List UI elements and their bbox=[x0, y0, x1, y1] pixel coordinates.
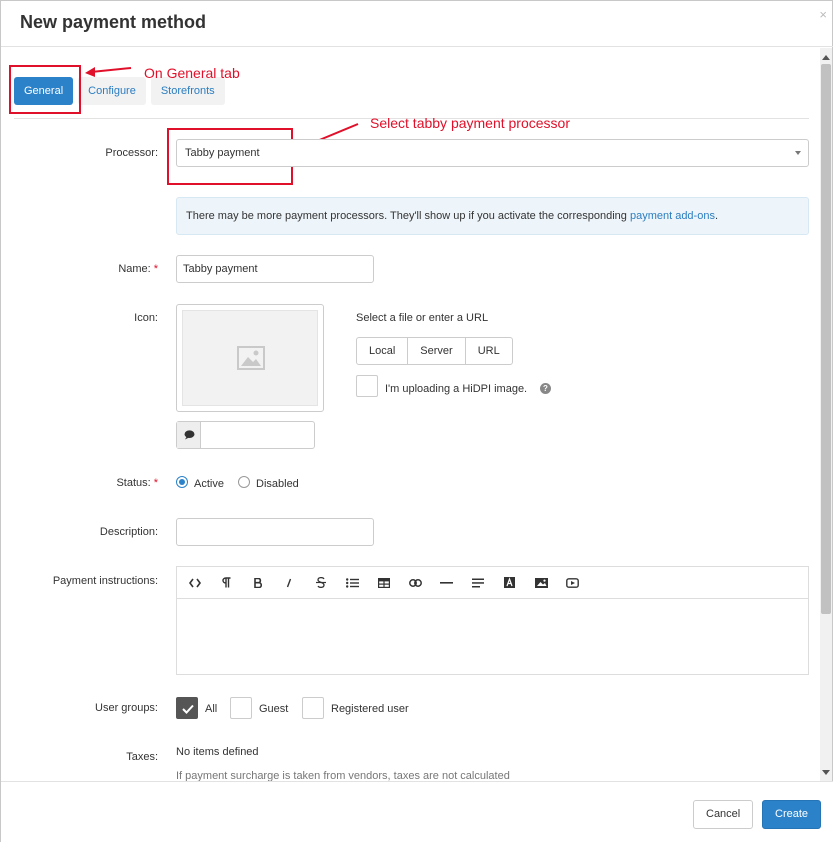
unordered-list-icon[interactable] bbox=[337, 571, 369, 595]
file-source-buttons: Local Server URL bbox=[356, 337, 513, 365]
new-payment-method-dialog: New payment method × General Configure S… bbox=[0, 0, 833, 842]
payment-addons-link[interactable]: payment add-ons bbox=[630, 210, 715, 222]
payment-instructions-editor bbox=[176, 566, 809, 675]
paragraph-icon[interactable] bbox=[211, 571, 243, 595]
dialog-footer: Cancel Create bbox=[1, 781, 833, 842]
dialog-title: New payment method bbox=[20, 12, 207, 32]
hidpi-checkbox[interactable] bbox=[356, 375, 378, 397]
comment-icon bbox=[184, 430, 195, 440]
strikethrough-icon[interactable] bbox=[305, 571, 337, 595]
local-source-button[interactable]: Local bbox=[356, 337, 409, 365]
link-icon[interactable] bbox=[400, 571, 432, 595]
scroll-up-arrow-icon[interactable] bbox=[822, 55, 830, 60]
help-icon[interactable]: ? bbox=[540, 383, 551, 394]
user-group-guest-checkbox[interactable] bbox=[230, 697, 252, 719]
tab-configure[interactable]: Configure bbox=[78, 77, 146, 105]
italic-icon[interactable] bbox=[274, 571, 306, 595]
create-button[interactable]: Create bbox=[762, 800, 822, 829]
status-disabled-label: Disabled bbox=[256, 478, 299, 490]
processor-select-value: Tabby payment bbox=[185, 147, 260, 159]
annotation-arrow-general-tab bbox=[85, 67, 132, 77]
dialog-scrollbar[interactable] bbox=[820, 48, 832, 781]
dialog-body: General Configure Storefronts On General… bbox=[1, 48, 822, 781]
name-input[interactable]: Tabby payment bbox=[176, 255, 374, 283]
table-icon[interactable] bbox=[368, 571, 400, 595]
text-color-icon[interactable] bbox=[494, 571, 526, 595]
status-label: Status: * bbox=[41, 477, 158, 489]
user-group-guest-label: Guest bbox=[259, 703, 289, 715]
status-active-radio[interactable] bbox=[176, 476, 188, 488]
bold-icon[interactable] bbox=[242, 571, 274, 595]
icon-preview bbox=[176, 304, 324, 412]
hidpi-label: I'm uploading a HiDPI image. bbox=[385, 383, 528, 395]
scroll-down-arrow-icon[interactable] bbox=[822, 770, 830, 775]
info-text: There may be more payment processors. Th… bbox=[186, 210, 630, 222]
horizontal-rule-icon[interactable] bbox=[431, 571, 463, 595]
tab-storefronts[interactable]: Storefronts bbox=[150, 77, 225, 105]
close-icon[interactable]: × bbox=[819, 7, 827, 22]
name-label: Name: * bbox=[41, 263, 158, 275]
required-mark: * bbox=[153, 477, 158, 489]
icon-preview-area bbox=[182, 310, 318, 406]
annotation-general-tab-note: On General tab bbox=[144, 65, 240, 81]
code-view-icon[interactable] bbox=[179, 571, 211, 595]
user-group-all-checkbox[interactable] bbox=[176, 697, 198, 719]
processor-select[interactable]: Tabby payment bbox=[176, 139, 809, 167]
url-source-button[interactable]: URL bbox=[464, 337, 513, 365]
checkmark-icon bbox=[182, 704, 194, 714]
align-icon[interactable] bbox=[463, 571, 495, 595]
required-mark: * bbox=[153, 263, 158, 275]
icon-alt-text-input[interactable] bbox=[176, 421, 315, 449]
taxes-empty-text: No items defined bbox=[176, 746, 259, 758]
image-placeholder-icon bbox=[237, 346, 265, 370]
chevron-down-icon bbox=[795, 151, 801, 155]
alt-text-addon bbox=[177, 422, 201, 448]
annotation-box-general-tab bbox=[9, 65, 81, 114]
image-icon[interactable] bbox=[526, 571, 558, 595]
annotation-processor-note: Select tabby payment processor bbox=[370, 115, 570, 131]
taxes-note: If payment surcharge is taken from vendo… bbox=[176, 770, 510, 781]
dialog-header: New payment method × bbox=[1, 1, 833, 47]
editor-toolbar bbox=[177, 567, 808, 599]
description-input[interactable] bbox=[176, 518, 374, 546]
select-file-label: Select a file or enter a URL bbox=[356, 312, 489, 324]
user-group-registered-checkbox[interactable] bbox=[302, 697, 324, 719]
status-active-label: Active bbox=[194, 478, 224, 490]
icon-label: Icon: bbox=[134, 312, 158, 324]
processor-info-box: There may be more payment processors. Th… bbox=[176, 197, 809, 235]
scroll-thumb[interactable] bbox=[821, 64, 831, 614]
info-suffix: . bbox=[714, 210, 719, 222]
user-groups-label: User groups: bbox=[95, 702, 158, 714]
status-disabled-radio[interactable] bbox=[238, 476, 250, 488]
processor-label: Processor: bbox=[105, 147, 158, 159]
status-label-text: Status: bbox=[116, 477, 151, 489]
cancel-button[interactable]: Cancel bbox=[693, 800, 754, 829]
name-input-value: Tabby payment bbox=[183, 263, 258, 275]
payment-instructions-label: Payment instructions: bbox=[52, 575, 158, 587]
server-source-button[interactable]: Server bbox=[407, 337, 466, 365]
video-icon[interactable] bbox=[557, 571, 589, 595]
user-group-registered-label: Registered user bbox=[331, 703, 409, 715]
description-label: Description: bbox=[99, 526, 158, 538]
name-label-text: Name: bbox=[118, 263, 151, 275]
user-group-all-label: All bbox=[205, 703, 218, 715]
taxes-label: Taxes: bbox=[126, 751, 158, 763]
